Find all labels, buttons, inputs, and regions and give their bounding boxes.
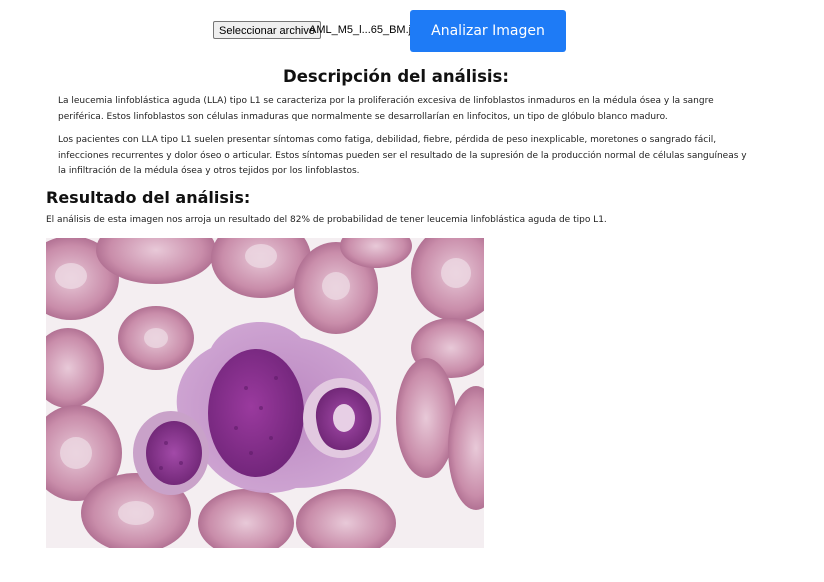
analyze-image-button[interactable]: Analizar Imagen: [410, 10, 566, 52]
result-text: El análisis de esta imagen nos arroja un…: [46, 215, 607, 225]
result-title: Resultado del análisis:: [46, 188, 251, 207]
choose-file-button[interactable]: Seleccionar archivo: [213, 21, 321, 39]
selected-file-name: AML_M5_l...65_BM.jpg: [309, 24, 424, 36]
page: Seleccionar archivo AML_M5_l...65_BM.jpg…: [0, 0, 824, 582]
description-paragraph-2: Los pacientes con LLA tipo L1 suelen pre…: [58, 135, 747, 176]
description-title: Descripción del análisis:: [283, 67, 509, 86]
analyzed-blood-smear-image: [46, 238, 484, 548]
description-paragraph-1: La leucemia linfoblástica aguda (LLA) ti…: [58, 96, 714, 122]
